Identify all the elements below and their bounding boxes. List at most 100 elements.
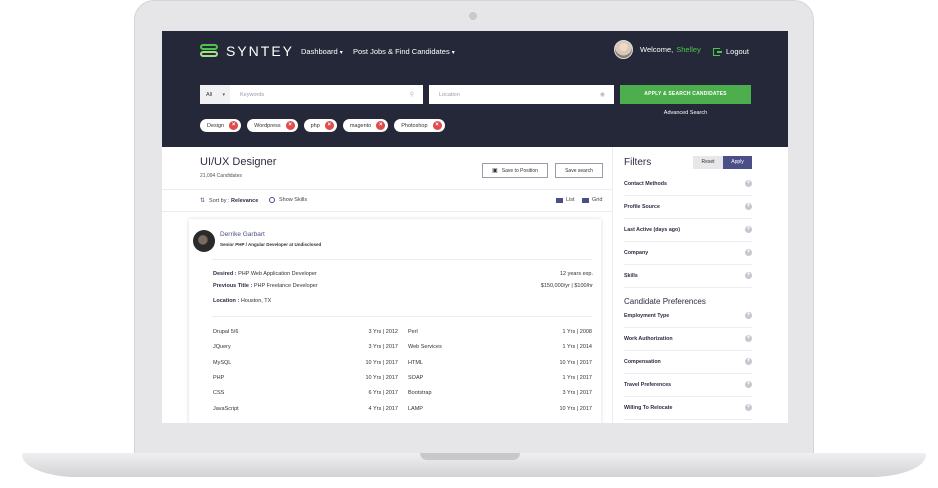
skill-years: 10 Yrs | 2017 <box>559 406 592 412</box>
page-title: UI/UX Designer <box>200 156 277 168</box>
previous-title-row: Previous Title : PHP Freelance Developer <box>213 283 318 289</box>
keyword-input[interactable]: Keywords ⚲ <box>230 85 423 104</box>
chevron-down-icon: ▾ <box>222 91 225 98</box>
salary: $150,000/yr | $100/hr <box>540 283 593 289</box>
keyword-placeholder: Keywords <box>240 91 265 98</box>
filter-item-label: Last Active (days ago) <box>624 227 681 233</box>
filter-item-label: Willing To Relocate <box>624 405 673 411</box>
skill-name: SOAP <box>408 375 424 381</box>
nav-dashboard-label: Dashboard <box>301 47 338 56</box>
laptop-notch <box>420 453 520 460</box>
skill-name: LAMP <box>408 406 423 412</box>
tag-php: php × <box>303 119 337 132</box>
logout-button[interactable]: Logout <box>713 47 749 56</box>
filter-item[interactable]: Willing To Relocate + <box>624 397 752 420</box>
skill-name: CSS <box>213 390 225 396</box>
skill-years: 10 Yrs | 2017 <box>365 360 398 366</box>
save-search-button[interactable]: Save search <box>555 163 603 178</box>
candidate-name[interactable]: Derrike Garbart <box>220 231 265 238</box>
chevron-down-icon: ▾ <box>451 50 455 56</box>
sort-control[interactable]: ⇅ Sort by : Relevance <box>200 197 259 205</box>
plus-icon: + <box>745 312 752 319</box>
experience: 12 years exp. <box>559 271 593 277</box>
filter-item-label: Work Authorization <box>624 336 673 342</box>
location-label: Location : <box>213 298 240 304</box>
divider <box>212 316 592 317</box>
apply-search-button[interactable]: APPLY & SEARCH CANDIDATES <box>620 85 751 104</box>
show-skills-label: Show Skills <box>279 197 308 203</box>
search-icon: ⚲ <box>409 92 414 98</box>
candidate-count: 21,094 Candidates <box>200 173 242 179</box>
filter-item-label: Company <box>624 250 649 256</box>
view-list-button[interactable]: List <box>556 197 575 203</box>
tag-label: php <box>310 122 320 129</box>
remove-tag-icon[interactable]: × <box>229 121 239 130</box>
plus-icon: + <box>745 226 752 233</box>
skill-years: 3 Yrs | 2017 <box>368 344 398 350</box>
remove-tag-icon[interactable]: × <box>285 121 295 130</box>
filter-item[interactable]: Company + <box>624 242 752 265</box>
skill-name: JavaScript <box>213 406 239 412</box>
filter-item[interactable]: Profile Source + <box>624 196 752 219</box>
previous-title-value: PHP Freelance Developer <box>253 283 318 289</box>
tag-photoshop: Photoshop × <box>394 119 445 132</box>
skill-years: 1 Yrs | 2014 <box>562 344 592 350</box>
filter-item[interactable]: Last Active (days ago) + <box>624 219 752 242</box>
tag-label: Photoshop <box>401 122 428 129</box>
view-list-label: List <box>566 197 575 203</box>
screen: SYNTEY Dashboard ▾ Post Jobs & Find Candi… <box>162 31 788 423</box>
remove-tag-icon[interactable]: × <box>376 121 386 130</box>
plus-icon: + <box>745 203 752 210</box>
skill-name: Bootstrap <box>408 390 432 396</box>
filter-item-label: Compensation <box>624 359 661 365</box>
reset-button[interactable]: Reset <box>693 156 723 169</box>
logo-text: SYNTEY <box>226 43 295 59</box>
remove-tag-icon[interactable]: × <box>432 121 442 130</box>
remove-tag-icon[interactable]: × <box>324 121 334 130</box>
desired-row: Desired : PHP Web Application Developer <box>213 271 317 277</box>
plus-icon: + <box>745 358 752 365</box>
logo[interactable]: SYNTEY <box>200 42 294 60</box>
filter-item[interactable]: Travel Preferences + <box>624 374 752 397</box>
filter-item[interactable]: Employment Type + <box>624 305 752 328</box>
nav-dashboard[interactable]: Dashboard ▾ <box>301 47 343 56</box>
filter-item[interactable]: Skills + <box>624 265 752 288</box>
scope-select[interactable]: All ▾ <box>200 85 230 104</box>
view-grid-button[interactable]: Grid <box>582 197 602 203</box>
advanced-search-link[interactable]: Advanced Search <box>620 110 751 116</box>
skill-name: PHP <box>213 375 225 381</box>
sort-prefix: Sort by : <box>209 197 230 204</box>
nav-post-jobs[interactable]: Post Jobs & Find Candidates ▾ <box>353 47 455 56</box>
desired-label: Desired : <box>213 271 237 277</box>
filter-item[interactable]: Work Authorization + <box>624 328 752 351</box>
plus-icon: + <box>745 249 752 256</box>
location-value: Houston, TX <box>240 298 272 304</box>
tag-magento: magento × <box>342 119 389 132</box>
nav-post-jobs-label: Post Jobs & Find Candidates <box>353 47 450 56</box>
candidate-card: Derrike Garbart Senior PHP / Angular Dev… <box>189 219 601 423</box>
filter-item[interactable]: Compensation + <box>624 351 752 374</box>
apply-filters-button[interactable]: Apply <box>723 156 752 169</box>
radio-icon <box>269 197 275 203</box>
previous-title-label: Previous Title : <box>213 283 253 289</box>
skill-years: 3 Yrs | 2012 <box>368 329 398 335</box>
location-input[interactable]: Location ◉ <box>429 85 614 104</box>
welcome-text: Welcome, <box>640 45 674 54</box>
plus-icon: + <box>745 381 752 388</box>
user-menu[interactable]: Welcome, Shelley <box>614 40 701 59</box>
show-skills-toggle[interactable]: Show Skills <box>269 197 307 203</box>
sort-icon: ⇅ <box>200 198 206 204</box>
sort-value: Relevance <box>231 197 259 204</box>
tag-wordpress: Wordpress × <box>247 119 298 132</box>
tag-design: Design × <box>200 119 242 132</box>
skill-name: Drupal 5/6 <box>213 329 239 335</box>
candidate-subtitle: Senior PHP / Angular Developer at Undisc… <box>220 242 322 247</box>
skill-years: 10 Yrs | 2017 <box>365 375 398 381</box>
tag-list: Design × Wordpress × php × magento × Photosh… <box>200 119 445 132</box>
skill-name: JQuery <box>213 344 231 350</box>
results-panel: UI/UX Designer 21,094 Candidates ▣ Save … <box>162 147 612 423</box>
briefcase-icon: ▣ <box>492 168 498 174</box>
filter-item[interactable]: Contact Methods + <box>624 173 752 196</box>
logout-label: Logout <box>726 47 749 56</box>
save-to-position-button[interactable]: ▣ Save to Position <box>482 163 548 178</box>
